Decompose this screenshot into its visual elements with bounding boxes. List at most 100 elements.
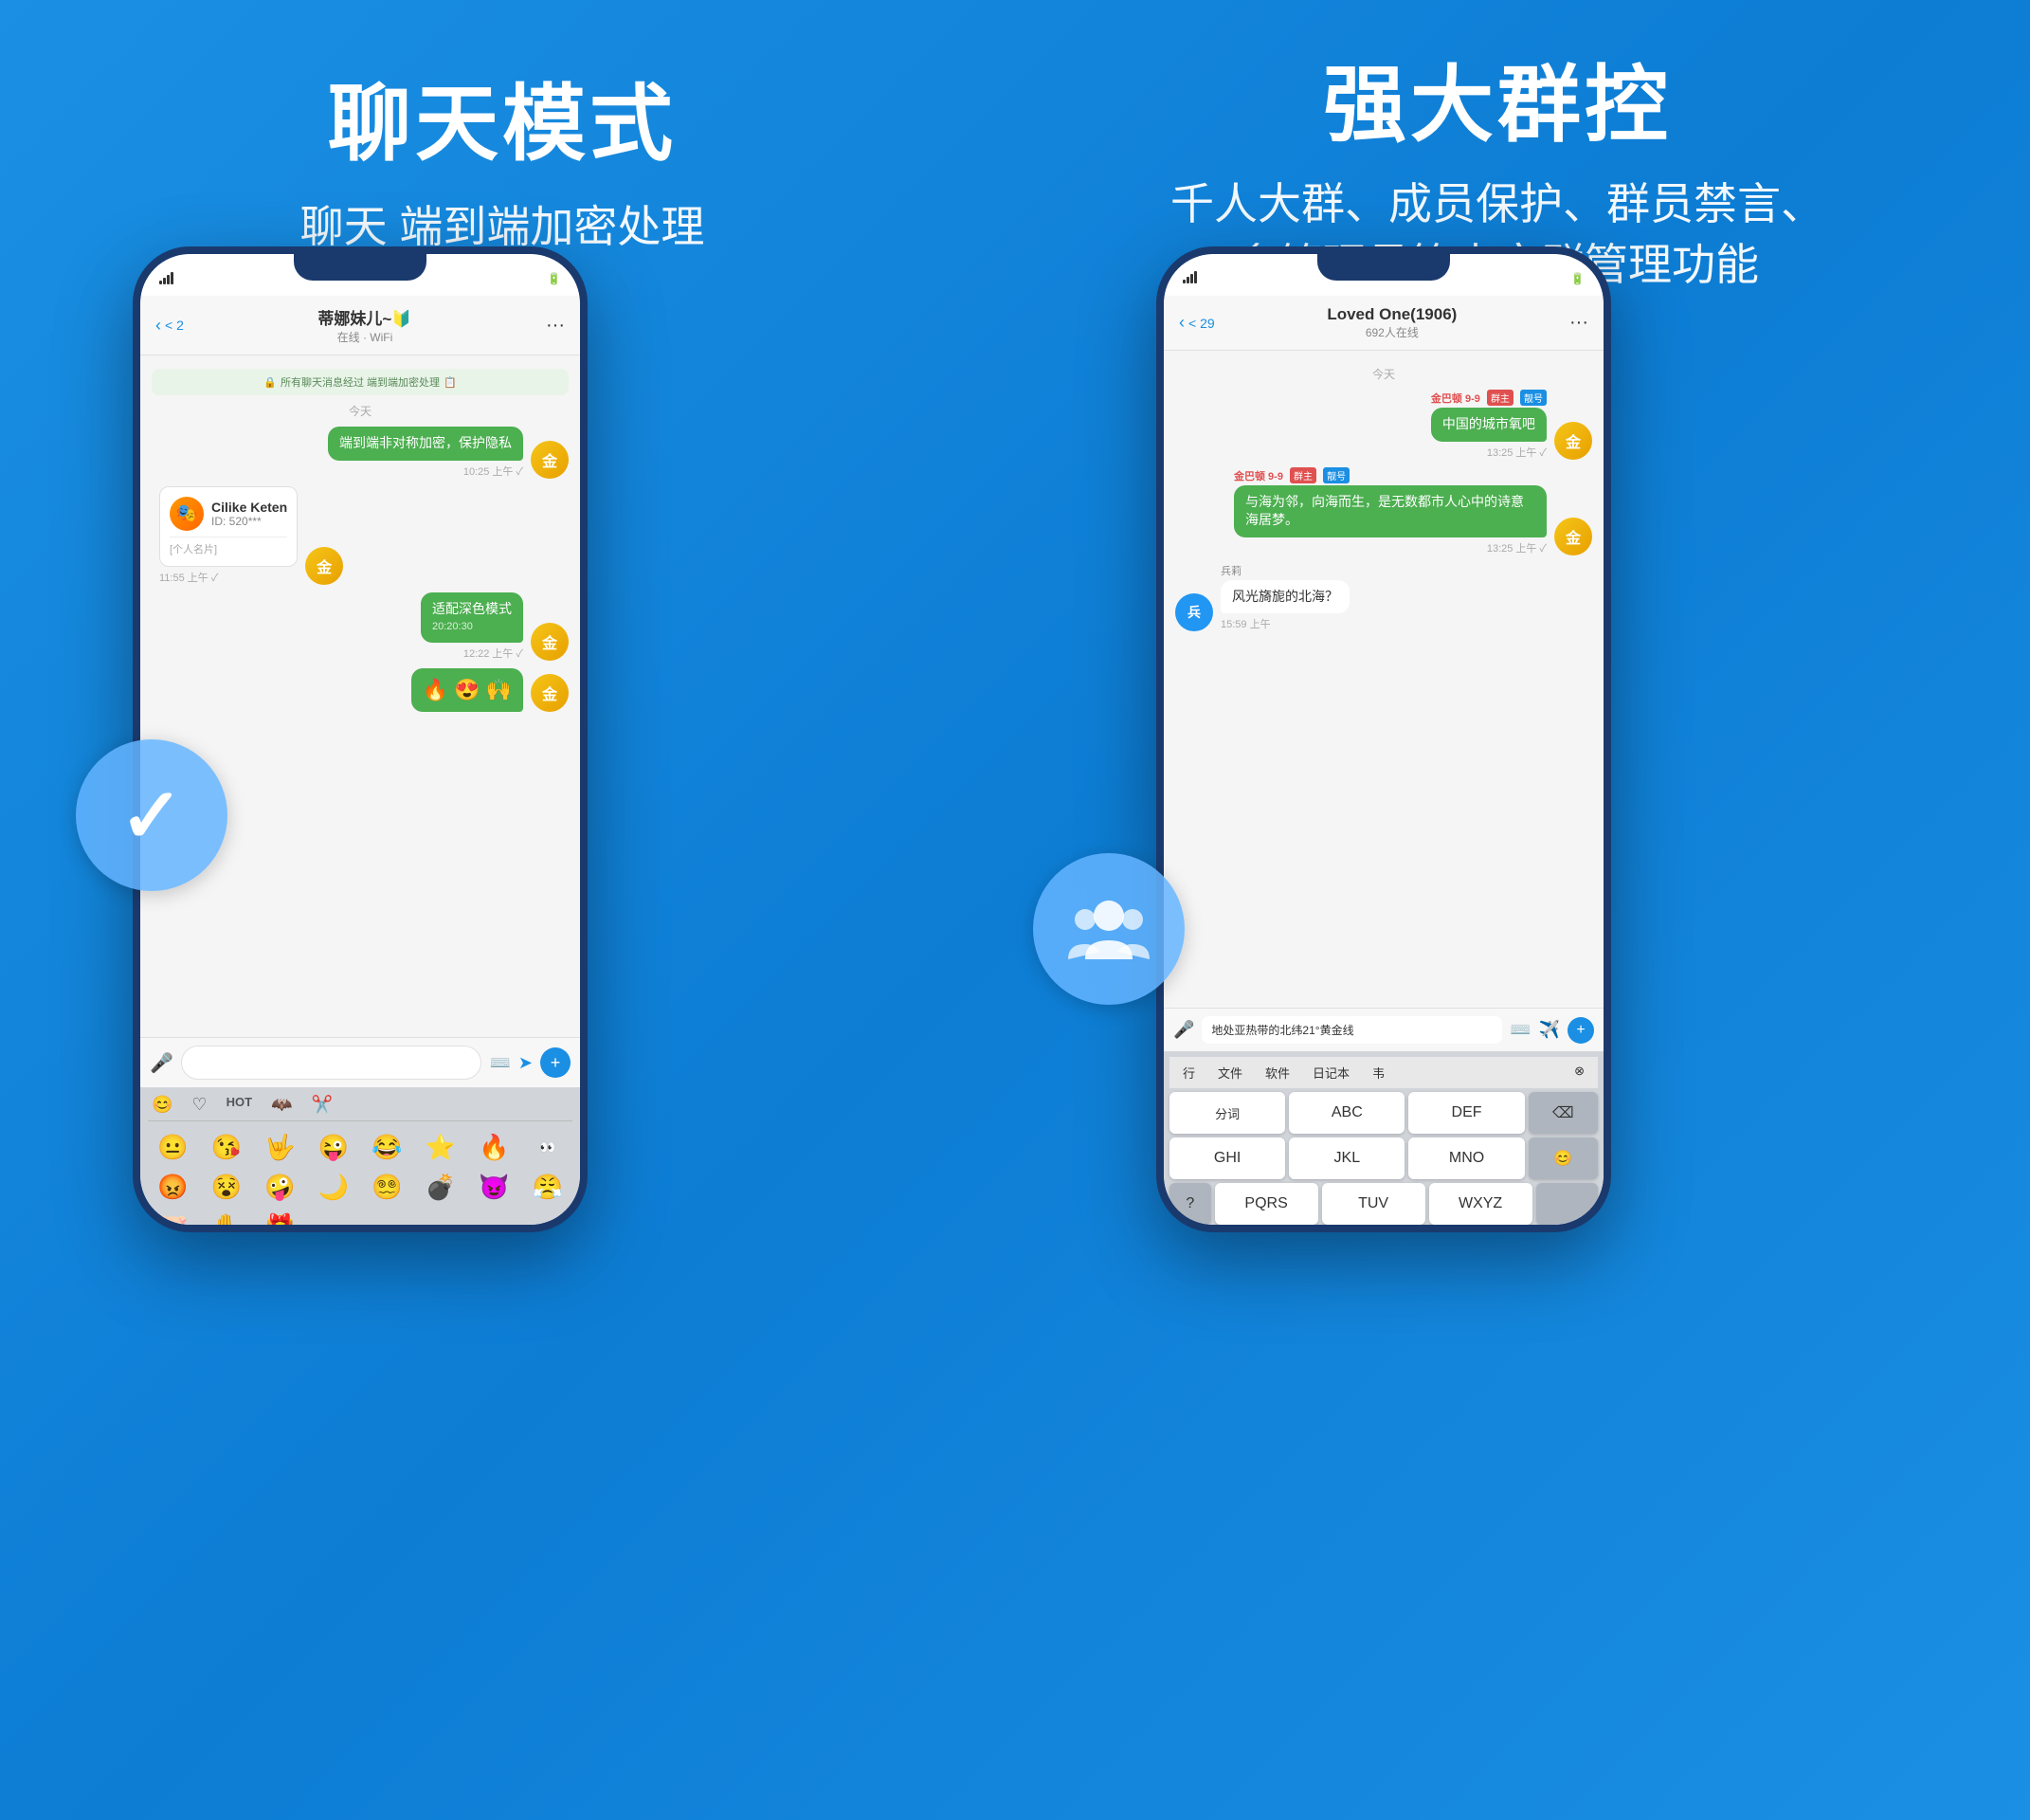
key-backspace[interactable]: ⌫ [1529, 1092, 1598, 1134]
emoji-item[interactable]: 💣 [416, 1169, 466, 1205]
card-id: ID: 520*** [211, 515, 287, 528]
key-fenchi[interactable]: 分词 [1169, 1092, 1285, 1134]
emoji-item[interactable]: 😘 [202, 1129, 252, 1165]
key-ghi[interactable]: GHI [1169, 1138, 1285, 1179]
more-button-left[interactable]: ··· [546, 315, 565, 337]
emoji-grid: 😐 😘 🤟 😜 😂 ⭐ 🔥 👀 😡 😵 🤪 🌙 😵‍💫 💣 [148, 1129, 572, 1225]
key-tuv[interactable]: TUV [1322, 1183, 1425, 1225]
text-input-left[interactable] [181, 1046, 482, 1080]
emoji-tab-hot[interactable]: HOT [227, 1095, 252, 1115]
key-jkl[interactable]: JKL [1289, 1138, 1405, 1179]
group-badge [1033, 853, 1185, 1005]
emoji-item[interactable]: 😂 [362, 1129, 412, 1165]
message-row: 🎭 Cilike Keten ID: 520*** [个人名片] 11:55 上… [152, 486, 569, 585]
mic-icon[interactable]: 🎤 [150, 1051, 173, 1075]
send-icon-right[interactable]: ✈️ [1539, 1020, 1560, 1040]
toolbar-item[interactable]: 韦 [1365, 1061, 1392, 1084]
avatar: 金 [531, 674, 569, 712]
card-bubble: 🎭 Cilike Keten ID: 520*** [个人名片] [159, 486, 298, 567]
emoji-item[interactable]: 😜 [309, 1129, 359, 1165]
bottom-section-right: 🎤 地处亚热带的北纬21°黄金线 ⌨️ ✈️ + 行 文件 软件 日记本 [1164, 1008, 1604, 1225]
card-name: Cilike Keten [211, 500, 287, 515]
emoji-item[interactable]: 🔥 [469, 1129, 519, 1165]
emoji-item[interactable]: 🌙 [309, 1169, 359, 1205]
notch-right [1317, 254, 1450, 281]
keyboard-icon-right[interactable]: ⌨️ [1510, 1020, 1531, 1040]
emoji-item[interactable]: 🤪 [255, 1169, 305, 1205]
battery-right: 🔋 [1570, 272, 1585, 285]
emoji-tab-bat[interactable]: 🦇 [271, 1095, 292, 1115]
vip-badge: 靓号 [1520, 390, 1547, 406]
keyboard-icon[interactable]: ⌨️ [489, 1053, 510, 1073]
chat-title-right: Loved One(1906) 692人在线 [1215, 305, 1569, 340]
check-badge: ✓ [76, 739, 227, 891]
plus-button[interactable]: + [540, 1047, 571, 1078]
key-pqrs[interactable]: PQRS [1215, 1183, 1318, 1225]
message-row: 金 🔥 😍 🙌 [152, 668, 569, 713]
bubble-container: 兵莉 风光旖旎的北海？ 15:59 上午 [1221, 563, 1350, 632]
phone-left: 🔋 ‹ < 2 蒂娜妹儿~🔰 在线 · WiFi ··· 🔒 所有聊天消息经过 … [133, 246, 588, 1232]
chat-header-right[interactable]: ‹ < 29 Loved One(1906) 692人在线 ··· [1164, 296, 1604, 351]
emoji-item [309, 1209, 359, 1225]
signal-right [1183, 271, 1197, 286]
sender-badge: 群主 [1487, 390, 1513, 406]
bubble-received: 风光旖旎的北海？ [1221, 580, 1350, 614]
back-button-right[interactable]: ‹ < 29 [1179, 313, 1215, 333]
key-emoji[interactable]: 😊 [1529, 1138, 1598, 1179]
toolbar-item[interactable]: 文件 [1210, 1061, 1250, 1084]
emoji-keyboard: 😊 ♡ HOT 🦇 ✂️ 😐 😘 🤟 😜 😂 ⭐ 🔥 [140, 1087, 580, 1225]
toolbar-item[interactable]: 软件 [1258, 1061, 1297, 1084]
emoji-item[interactable]: 🎁 [255, 1209, 305, 1225]
check-icon: ✓ [119, 772, 183, 860]
mic-icon-right[interactable]: 🎤 [1173, 1020, 1194, 1040]
key-def[interactable]: DEF [1408, 1092, 1524, 1134]
left-title: 聊天模式 [76, 57, 929, 177]
security-notice: 🔒 所有聊天消息经过 端到端加密处理 📋 [152, 369, 569, 395]
emoji-item[interactable]: 😡 [148, 1169, 198, 1205]
emoji-item[interactable]: 😵 [202, 1169, 252, 1205]
signal-bars-right [1183, 272, 1197, 283]
bubble-container: 金巴顿 9-9 群主 靓号 与海为邻，向海而生，是无数都市人心中的诗意海居梦。 … [1234, 467, 1547, 555]
key-question[interactable]: ? [1169, 1183, 1211, 1225]
emoji-item[interactable]: ✋ [202, 1209, 252, 1225]
toolbar-item[interactable]: 日记本 [1305, 1061, 1357, 1084]
emoji-tab-heart[interactable]: ♡ [191, 1095, 207, 1115]
vip-badge-2: 靓号 [1323, 467, 1350, 483]
sender-name: 兵莉 [1221, 563, 1350, 578]
emoji-item[interactable]: 😈 [469, 1169, 519, 1205]
bubble-container: 端到端非对称加密，保护隐私 10:25 上午 ✓ [328, 427, 523, 479]
emoji-tab-smile[interactable]: 😊 [152, 1095, 172, 1115]
bottom-section-left: 🎤 ⌨️ ➤ + 😊 ♡ HOT 🦇 ✂️ [140, 1037, 580, 1225]
bubble-sent-2: 与海为邻，向海而生，是无数都市人心中的诗意海居梦。 [1234, 485, 1547, 537]
toolbar-item[interactable]: 行 [1175, 1061, 1203, 1084]
avatar: 金 [1554, 518, 1592, 555]
toolbar-close[interactable]: ⊗ [1567, 1061, 1592, 1084]
more-button-right[interactable]: ··· [1569, 312, 1588, 334]
phone-right: 🔋 ‹ < 29 Loved One(1906) 692人在线 ··· 今天 金 [1156, 246, 1611, 1232]
emoji-item[interactable]: ⭐ [416, 1129, 466, 1165]
bubble-container: 🔥 😍 🙌 [411, 668, 523, 713]
key-abc[interactable]: ABC [1289, 1092, 1405, 1134]
key-mno[interactable]: MNO [1408, 1138, 1524, 1179]
key-row-2: GHI JKL MNO 😊 [1169, 1138, 1598, 1179]
bubble-time: 13:25 上午 ✓ [1431, 445, 1547, 460]
plus-button-right[interactable]: + [1568, 1017, 1594, 1044]
text-input-right[interactable]: 地处亚热带的北纬21°黄金线 [1202, 1016, 1502, 1044]
emoji-item[interactable]: 😐 [148, 1129, 198, 1165]
emoji-tab-scissors[interactable]: ✂️ [311, 1095, 332, 1115]
bubble-sent: 端到端非对称加密，保护隐私 [328, 427, 523, 461]
avatar: 金 [531, 623, 569, 661]
send-icon[interactable]: ➤ [518, 1053, 533, 1073]
avatar: 金 [1554, 422, 1592, 460]
chat-title-left: 蒂娜妹儿~🔰 在线 · WiFi [184, 305, 546, 345]
chat-header-left[interactable]: ‹ < 2 蒂娜妹儿~🔰 在线 · WiFi ··· [140, 296, 580, 355]
emoji-item[interactable]: 🤟 [255, 1129, 305, 1165]
emoji-item[interactable]: 😵‍💫 [362, 1169, 412, 1205]
avatar: 金 [305, 547, 343, 585]
emoji-item[interactable]: 👀 [523, 1129, 573, 1165]
back-button-left[interactable]: ‹ < 2 [155, 316, 184, 336]
key-wxyz[interactable]: WXYZ [1429, 1183, 1532, 1225]
emoji-item[interactable]: 😤 [523, 1169, 573, 1205]
screen-content-right: 今天 金 金巴顿 9-9 群主 靓号 中国的城市氧吧 13:25 上午 ✓ [1164, 351, 1604, 1225]
notch-left [294, 254, 426, 281]
